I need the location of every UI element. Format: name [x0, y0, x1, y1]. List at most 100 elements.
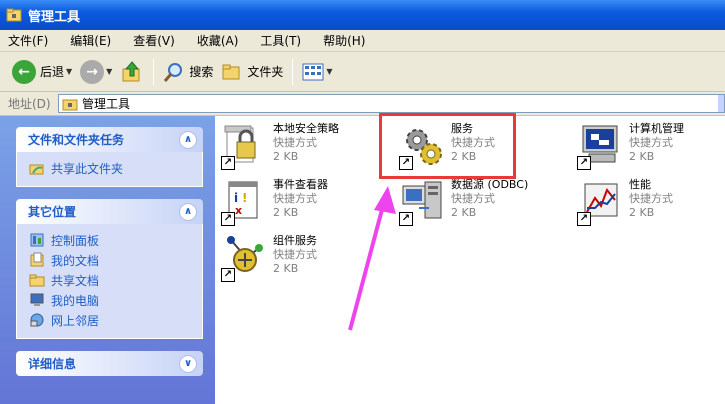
menu-favorites[interactable]: 收藏(A) [197, 32, 239, 49]
share-folder-label: 共享此文件夹 [51, 161, 124, 176]
my-computer-label: 我的电脑 [51, 293, 100, 308]
file-item-component-services[interactable]: ↗ 组件服务 快捷方式 2 KB [221, 234, 317, 284]
shortcut-arrow-icon: ↗ [221, 268, 235, 282]
item-size: 2 KB [273, 262, 299, 275]
toolbar: ← 后退 ▼ → ▼ 搜索 文件夹 ▼ [0, 52, 725, 92]
my-documents-link[interactable]: 我的文档 [29, 250, 202, 270]
item-type: 快捷方式 [273, 248, 317, 261]
other-places-body: 控制面板 我的文档 共享文档 我的电脑 网上邻居 [16, 224, 203, 339]
details-title: 详细信息 [28, 357, 77, 371]
item-type: 快捷方式 [629, 192, 673, 205]
shared-documents-label: 共享文档 [51, 273, 100, 288]
address-input[interactable]: 管理工具 [58, 94, 725, 113]
shortcut-arrow-icon: ↗ [399, 212, 413, 226]
file-item-computer-management[interactable]: ↗ 计算机管理 快捷方式 2 KB [577, 122, 684, 172]
file-item-local-security-policy[interactable]: ↗ 本地安全策略 快捷方式 2 KB [221, 122, 339, 172]
menu-view[interactable]: 查看(V) [133, 32, 175, 49]
item-type: 快捷方式 [451, 192, 495, 205]
other-places-title: 其它位置 [28, 205, 77, 219]
share-folder-link[interactable]: 共享此文件夹 [29, 158, 202, 178]
item-name: 组件服务 [273, 234, 317, 247]
folders-icon [222, 64, 240, 79]
network-places-link[interactable]: 网上邻居 [29, 310, 202, 330]
explorer-window: 管理工具 文件(F) 编辑(E) 查看(V) 收藏(A) 工具(T) 帮助(H)… [0, 0, 725, 404]
item-size: 2 KB [273, 206, 299, 219]
my-documents-icon [30, 252, 44, 267]
expand-icon[interactable]: ∨ [179, 354, 197, 373]
menu-edit[interactable]: 编辑(E) [70, 32, 111, 49]
pointer-arrow [348, 186, 396, 331]
my-computer-link[interactable]: 我的电脑 [29, 290, 202, 310]
chevron-down-icon[interactable]: ▼ [106, 67, 112, 76]
component-services-icon: ↗ [221, 234, 269, 282]
item-name: 性能 [629, 178, 651, 191]
back-arrow-icon: ← [12, 59, 36, 84]
svg-text:!: ! [242, 191, 247, 205]
menu-bar: 文件(F) 编辑(E) 查看(V) 收藏(A) 工具(T) 帮助(H) [0, 30, 725, 52]
views-icon [302, 63, 324, 80]
folder-tools-icon [62, 99, 78, 110]
item-type: 快捷方式 [273, 136, 317, 149]
file-tasks-body: 共享此文件夹 [16, 152, 203, 187]
chevron-down-icon[interactable]: ▼ [326, 67, 332, 76]
network-places-icon [30, 313, 44, 327]
up-folder-button[interactable] [116, 57, 148, 87]
event-viewer-icon: i! x ↗ [221, 178, 269, 226]
forward-arrow-icon: → [80, 59, 105, 84]
menu-help[interactable]: 帮助(H) [323, 32, 365, 49]
menu-tools[interactable]: 工具(T) [260, 32, 301, 49]
item-type: 快捷方式 [629, 136, 673, 149]
local-security-policy-icon: ↗ [221, 122, 269, 170]
item-name: 数据源 (ODBC) [451, 178, 529, 191]
toolbar-separator [153, 58, 155, 85]
collapse-icon[interactable]: ∧ [179, 202, 197, 221]
performance-icon: ↗ [577, 178, 625, 226]
share-folder-icon [29, 164, 44, 175]
file-tasks-header[interactable]: 文件和文件夹任务 ∧ [16, 127, 203, 152]
svg-text:i: i [234, 191, 238, 205]
chevron-down-icon[interactable]: ▼ [66, 67, 72, 76]
file-tasks-title: 文件和文件夹任务 [28, 133, 125, 147]
item-size: 2 KB [451, 206, 477, 219]
shared-documents-link[interactable]: 共享文档 [29, 270, 202, 290]
window-title: 管理工具 [28, 9, 81, 25]
menu-file[interactable]: 文件(F) [8, 32, 48, 49]
item-name: 事件查看器 [273, 178, 328, 191]
address-value: 管理工具 [82, 97, 131, 111]
search-label: 搜索 [189, 65, 214, 79]
back-button[interactable]: ← 后退 ▼ [8, 57, 76, 87]
file-item-event-viewer[interactable]: i! x ↗ 事件查看器 快捷方式 2 KB [221, 178, 328, 228]
views-button[interactable]: ▼ [298, 57, 336, 87]
folder-tools-icon [6, 8, 22, 22]
shared-documents-icon [29, 274, 45, 287]
address-bar: 地址(D) 管理工具 [0, 92, 725, 116]
file-item-performance[interactable]: ↗ 性能 快捷方式 2 KB [577, 178, 673, 228]
shortcut-arrow-icon: ↗ [221, 156, 235, 170]
my-computer-icon [30, 293, 44, 306]
item-size: 2 KB [629, 206, 655, 219]
network-places-label: 网上邻居 [51, 313, 100, 328]
shortcut-arrow-icon: ↗ [577, 212, 591, 226]
details-header[interactable]: 详细信息 ∨ [16, 351, 203, 376]
other-places-header[interactable]: 其它位置 ∧ [16, 199, 203, 224]
control-panel-link[interactable]: 控制面板 [29, 230, 202, 250]
item-size: 2 KB [629, 150, 655, 163]
item-name: 计算机管理 [629, 122, 684, 135]
collapse-icon[interactable]: ∧ [179, 130, 197, 149]
file-item-odbc-data-source[interactable]: ↗ 数据源 (ODBC) 快捷方式 2 KB [399, 178, 528, 228]
computer-management-icon: ↗ [577, 122, 625, 170]
address-dropdown[interactable] [718, 95, 724, 112]
folders-button[interactable]: 文件夹 [217, 57, 287, 87]
item-name: 本地安全策略 [273, 122, 339, 135]
odbc-data-source-icon: ↗ [399, 178, 447, 226]
back-label: 后退 [40, 65, 65, 79]
shortcut-arrow-icon: ↗ [577, 156, 591, 170]
task-pane: 文件和文件夹任务 ∧ 共享此文件夹 其它位置 ∧ 控制面板 我的文档 共享文档 … [0, 116, 215, 404]
title-bar[interactable]: 管理工具 [0, 0, 725, 30]
forward-button[interactable]: → ▼ [76, 57, 116, 87]
search-button[interactable]: 搜索 [159, 57, 217, 87]
other-places-panel: 其它位置 ∧ 控制面板 我的文档 共享文档 我的电脑 网上邻居 [16, 199, 203, 339]
file-tasks-panel: 文件和文件夹任务 ∧ 共享此文件夹 [16, 127, 203, 187]
item-type: 快捷方式 [273, 192, 317, 205]
search-icon [164, 62, 183, 82]
